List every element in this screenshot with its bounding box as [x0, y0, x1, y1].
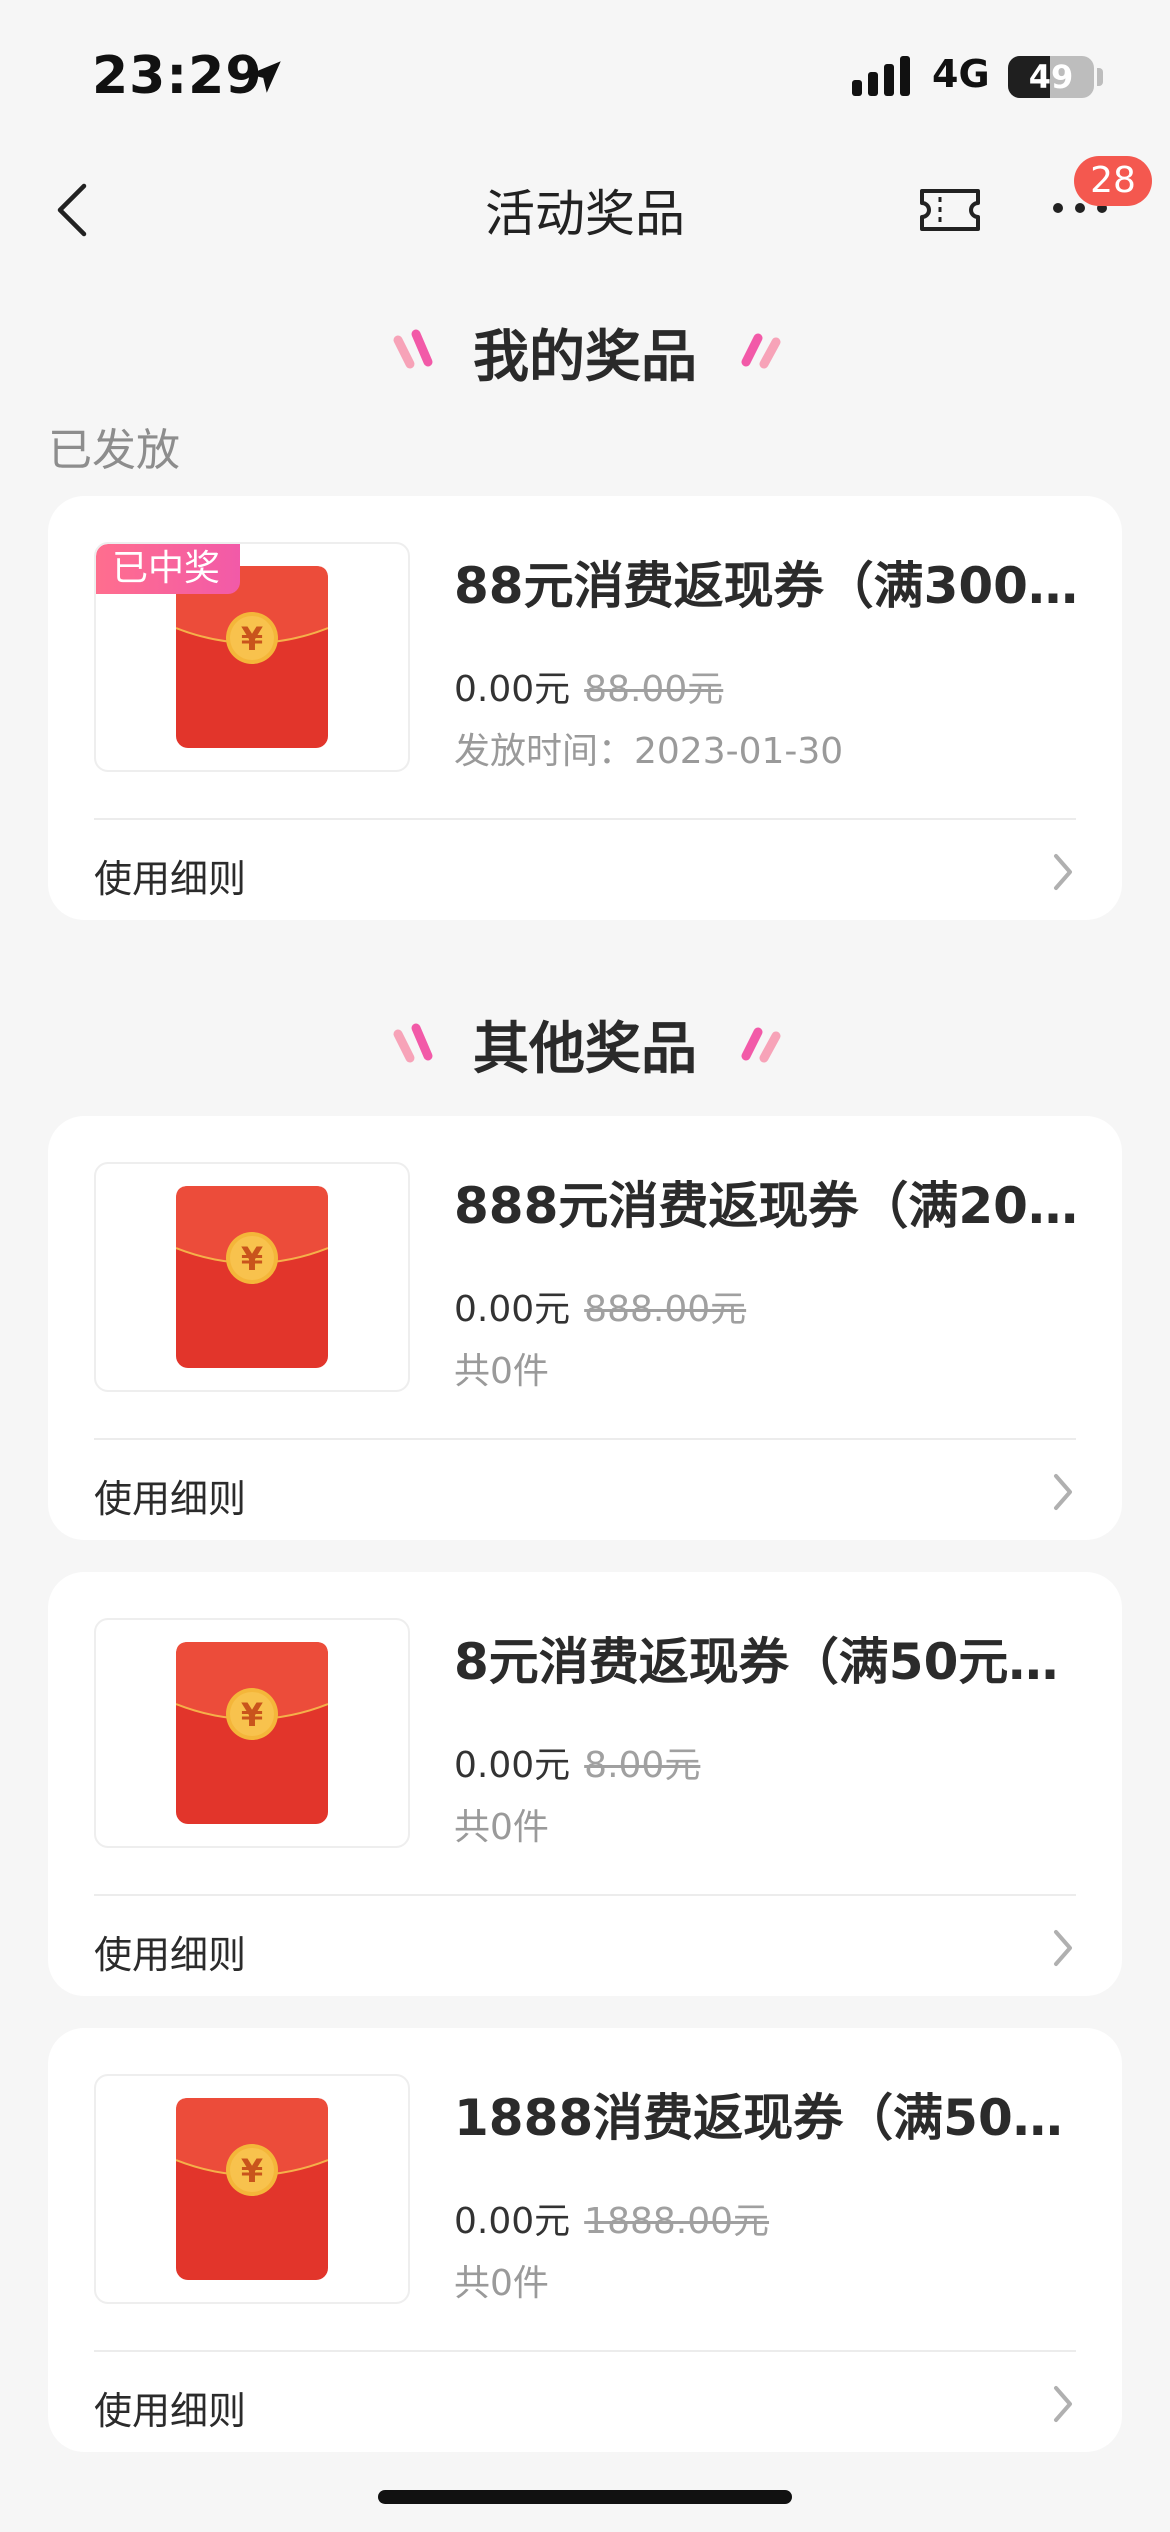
current-price: 0.00元: [454, 1289, 571, 1330]
network-type: 4G: [932, 52, 990, 96]
page-title: 活动奖品: [485, 185, 685, 243]
chevron-right-icon[interactable]: [1052, 2384, 1074, 2424]
svg-text:¥: ¥: [241, 2152, 263, 2190]
divider: [94, 1438, 1076, 1440]
winner-tag: 已中奖: [96, 544, 241, 594]
status-time: 23:29: [92, 46, 263, 106]
prize-thumbnail: ¥: [94, 1162, 410, 1392]
chevron-right-icon[interactable]: [1052, 1928, 1074, 1968]
chevron-right-icon[interactable]: [1052, 1472, 1074, 1512]
prize-count: 共0件: [454, 1807, 549, 1848]
divider: [94, 818, 1076, 820]
svg-text:¥: ¥: [241, 1696, 263, 1734]
chevron-right-icon[interactable]: [1052, 852, 1074, 892]
prize-card[interactable]: ¥ 1888消费返现券（满500… 0.00元 1888.00元 共0件 使用细则: [48, 2028, 1122, 2452]
current-price: 0.00元: [454, 669, 571, 710]
svg-text:¥: ¥: [241, 1240, 263, 1278]
current-price: 0.00元: [454, 1745, 571, 1786]
prize-title: 88元消费返现券（满300…: [454, 557, 1078, 615]
usage-rules-link[interactable]: 使用细则: [94, 1468, 246, 1523]
issued-label: 已发放: [48, 425, 180, 476]
usage-rules-link[interactable]: 使用细则: [94, 1924, 246, 1979]
prize-price: 0.00元 8.00元: [454, 1736, 700, 1788]
usage-rules-link[interactable]: 使用细则: [94, 2380, 246, 2435]
prize-card[interactable]: ¥ 已中奖 88元消费返现券（满300… 0.00元 88.00元 发放时间：20…: [48, 496, 1122, 920]
title-decoration-right-icon: [741, 333, 781, 369]
original-price: 8.00元: [584, 1745, 701, 1786]
battery-indicator: 49: [1008, 56, 1094, 98]
current-price: 0.00元: [454, 2201, 571, 2242]
prize-card[interactable]: ¥ 888元消费返现券（满20… 0.00元 888.00元 共0件 使用细则: [48, 1116, 1122, 1540]
status-bar: 23:29 4G 49: [0, 0, 1170, 150]
prize-price: 0.00元 888.00元: [454, 1280, 746, 1332]
usage-rules-link[interactable]: 使用细则: [94, 848, 246, 903]
prize-count: 共0件: [454, 2263, 549, 2304]
nav-bar: 活动奖品 28: [0, 150, 1170, 270]
prize-title: 888元消费返现券（满20…: [454, 1177, 1078, 1235]
ticket-icon[interactable]: [918, 185, 982, 235]
battery-tip: [1097, 68, 1103, 86]
original-price: 888.00元: [584, 1289, 747, 1330]
red-envelope-icon: ¥: [176, 1186, 328, 1368]
prize-title: 8元消费返现券（满50元…: [454, 1633, 1059, 1691]
original-price: 88.00元: [584, 669, 724, 710]
prize-thumbnail: ¥ 已中奖: [94, 542, 410, 772]
divider: [94, 1894, 1076, 1896]
prize-thumbnail: ¥: [94, 1618, 410, 1848]
other-prizes-title: 其他奖品: [473, 1017, 697, 1082]
prize-price: 0.00元 88.00元: [454, 660, 723, 712]
my-prizes-title: 我的奖品: [473, 325, 697, 390]
svg-text:¥: ¥: [241, 620, 263, 658]
prize-thumbnail: ¥: [94, 2074, 410, 2304]
red-envelope-icon: ¥: [176, 2098, 328, 2280]
prize-card[interactable]: ¥ 8元消费返现券（满50元… 0.00元 8.00元 共0件 使用细则: [48, 1572, 1122, 1996]
battery-level: 49: [1028, 58, 1074, 96]
prize-count: 共0件: [454, 1351, 549, 1392]
divider: [94, 2350, 1076, 2352]
red-envelope-icon: ¥: [176, 1642, 328, 1824]
prize-title: 1888消费返现券（满500…: [454, 2089, 1094, 2147]
title-decoration-right-icon: [741, 1027, 781, 1063]
prize-price: 0.00元 1888.00元: [454, 2192, 769, 2244]
issue-time: 发放时间：2023-01-30: [454, 731, 844, 772]
home-indicator[interactable]: [378, 2490, 792, 2504]
signal-icon: [852, 56, 910, 96]
notification-badge: 28: [1074, 156, 1152, 206]
location-arrow-icon: [249, 61, 281, 93]
original-price: 1888.00元: [584, 2201, 770, 2242]
